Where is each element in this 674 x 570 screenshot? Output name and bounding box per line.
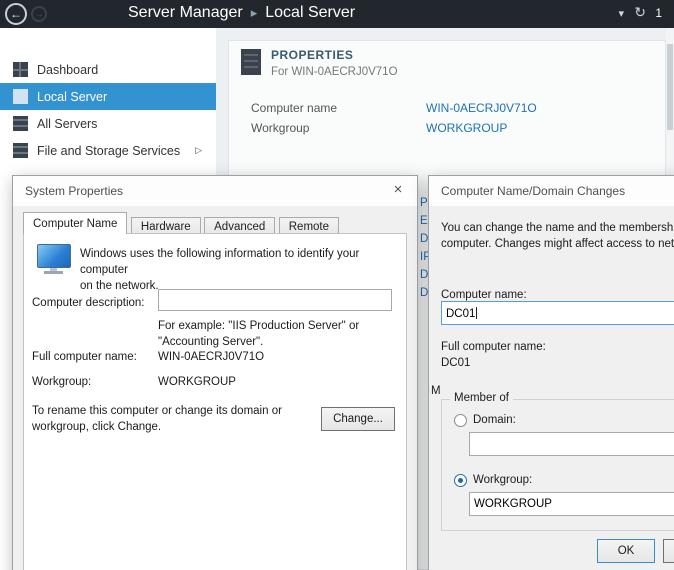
cancel-button-clipped[interactable] <box>663 539 674 563</box>
server-icon <box>13 89 28 104</box>
expand-arrow-icon[interactable]: ▷ <box>195 145 202 156</box>
workgroup-link[interactable]: WORKGROUP <box>426 121 507 135</box>
clipped-text-fragment: M <box>431 383 441 399</box>
domain-radio[interactable] <box>454 414 467 427</box>
panel-subtitle: For WIN-0AECRJ0V71O <box>271 66 398 78</box>
ok-button[interactable]: OK <box>597 539 655 563</box>
text-caret <box>476 307 477 319</box>
sidebar-item-all-servers[interactable]: All Servers <box>0 110 216 137</box>
dashboard-icon <box>13 62 28 77</box>
property-label: Computer name <box>251 101 337 115</box>
intro-text: You can change the name and the membersh… <box>441 220 674 252</box>
computer-name-tab-page: Windows uses the following information t… <box>23 233 407 570</box>
dialog-title: System Properties <box>25 184 123 198</box>
servers-icon <box>13 116 28 131</box>
workgroup-value: WORKGROUP <box>158 374 236 390</box>
close-icon[interactable]: × <box>387 181 409 201</box>
property-label: Workgroup <box>251 121 309 135</box>
computer-description-input[interactable] <box>158 289 392 311</box>
back-icon[interactable]: ← <box>5 3 27 25</box>
sidebar-item-dashboard[interactable]: Dashboard <box>0 56 216 83</box>
full-computer-name-label: Full computer name: <box>32 349 137 365</box>
workgroup-label: Workgroup: <box>32 374 91 390</box>
server-tile-icon <box>241 49 261 75</box>
tab-computer-name[interactable]: Computer Name <box>23 212 127 234</box>
title-bar: ← → Server Manager ▸ Local Server ▾ ↻ 1 <box>0 0 674 28</box>
dialog-title-bar[interactable]: System Properties × <box>13 176 417 206</box>
sidebar-item-file-storage-services[interactable]: File and Storage Services ▷ <box>0 137 216 164</box>
domain-input[interactable] <box>469 432 674 456</box>
change-button[interactable]: Change... <box>321 407 395 431</box>
computer-description-label: Computer description: <box>32 295 145 311</box>
full-computer-name-value: WIN-0AECRJ0V71O <box>158 349 264 365</box>
refresh-icon[interactable]: ↻ <box>634 4 646 21</box>
dialog-title-bar[interactable]: Computer Name/Domain Changes <box>429 176 674 206</box>
sidebar-item-label: Local Server <box>37 90 107 104</box>
sidebar-item-label: Dashboard <box>37 63 98 77</box>
notification-count[interactable]: 1 <box>655 6 662 20</box>
full-computer-name-value: DC01 <box>441 355 470 371</box>
breadcrumb-page-title: Local Server <box>265 4 355 21</box>
workgroup-radio-label[interactable]: Workgroup: <box>473 472 532 488</box>
full-computer-name-label: Full computer name: <box>441 339 546 355</box>
tab-strip: Computer Name Hardware Advanced Remote <box>23 212 338 234</box>
server-manager-window: ← → Server Manager ▸ Local Server ▾ ↻ 1 Da… <box>0 0 674 570</box>
dialog-title: Computer Name/Domain Changes <box>441 184 625 198</box>
member-of-group: Member of Domain: Workgroup: WORKGROUP <box>441 399 674 531</box>
monitor-icon <box>37 244 71 274</box>
example-text: For example: "IIS Production Server" or … <box>158 318 359 350</box>
computer-name-domain-changes-dialog: Computer Name/Domain Changes You can cha… <box>428 175 674 570</box>
rename-help-text: To rename this computer or change its do… <box>32 403 282 435</box>
breadcrumb: Server Manager ▸ Local Server <box>128 4 355 22</box>
panel-title: PROPERTIES <box>271 48 353 62</box>
chevron-down-icon[interactable]: ▾ <box>618 7 624 20</box>
computer-name-link[interactable]: WIN-0AECRJ0V71O <box>426 101 537 115</box>
scrollbar-thumb[interactable] <box>667 44 673 130</box>
file-storage-icon <box>13 143 28 158</box>
breadcrumb-app-title: Server Manager <box>128 4 243 21</box>
system-properties-dialog: System Properties × Computer Name Hardwa… <box>12 175 418 570</box>
workgroup-input[interactable]: WORKGROUP <box>469 492 674 516</box>
info-text: Windows uses the following information t… <box>80 246 406 294</box>
breadcrumb-chevron-icon: ▸ <box>251 5 258 20</box>
forward-icon[interactable]: → <box>31 6 47 22</box>
sidebar-item-label: File and Storage Services <box>37 144 180 158</box>
computer-name-input[interactable]: DC01 <box>441 301 674 325</box>
member-of-label: Member of <box>450 392 513 404</box>
domain-radio-label[interactable]: Domain: <box>473 412 516 428</box>
sidebar-item-label: All Servers <box>37 117 97 131</box>
workgroup-radio[interactable] <box>454 474 467 487</box>
sidebar-item-local-server[interactable]: Local Server <box>0 83 216 110</box>
